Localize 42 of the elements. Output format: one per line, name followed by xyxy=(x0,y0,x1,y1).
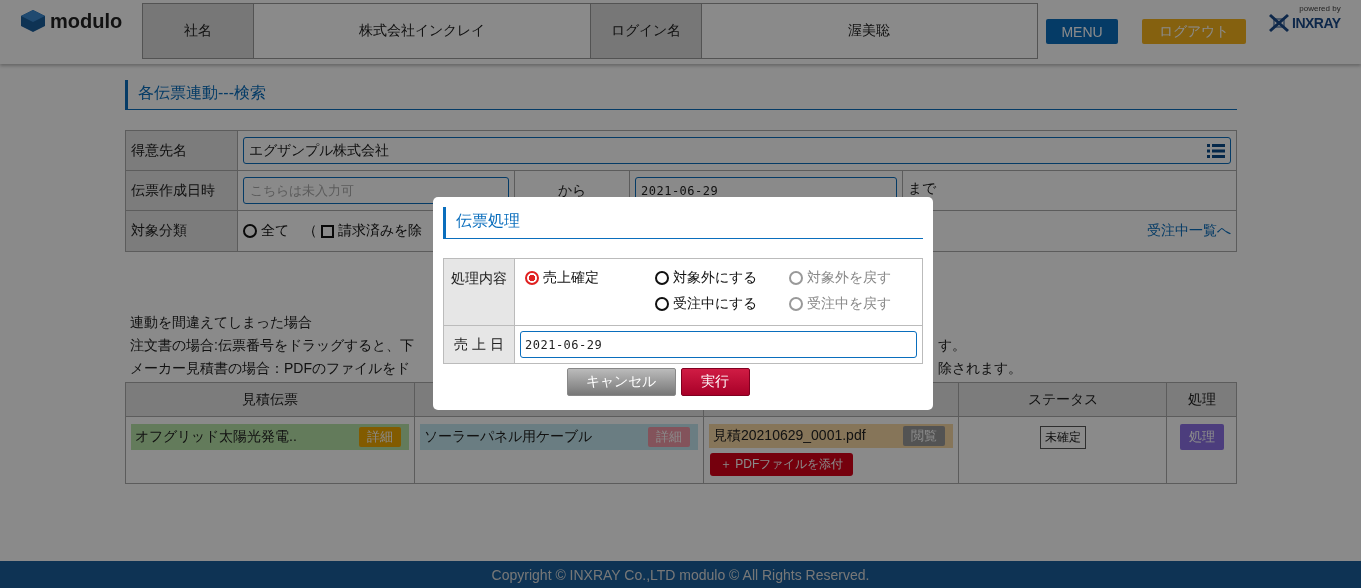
exclude-checkbox[interactable]: （ 請求済みを除 xyxy=(303,222,422,240)
field-label: 得意先名 xyxy=(126,131,238,170)
process-button[interactable]: 処理 xyxy=(1179,424,1224,450)
option-radio[interactable]: 売上確定 xyxy=(525,269,645,287)
brand-mark-icon xyxy=(1268,13,1290,33)
field-label: 売 上 日 xyxy=(444,325,515,363)
option-radio[interactable]: 対象外にする xyxy=(655,269,779,287)
field-label: 対象分類 xyxy=(126,211,238,251)
column-header: 見積伝票 xyxy=(126,383,415,417)
logo-text: modulo xyxy=(50,9,123,33)
sales-date-field[interactable]: 2021-06-29 xyxy=(520,331,917,358)
brand-name: INXRAY xyxy=(1292,15,1341,31)
note-text: 除されます。 xyxy=(938,360,1022,378)
cube-logo-icon xyxy=(20,9,46,33)
option-radio[interactable]: 受注中にする xyxy=(655,294,779,313)
slip-tag: オフグリッド太陽光発電.. 詳細 xyxy=(131,424,409,450)
note-text: す。 xyxy=(938,337,966,355)
order-list-link[interactable]: 受注中一覧へ xyxy=(1147,222,1231,240)
header-label: 社名 xyxy=(143,4,254,58)
list-icon xyxy=(1207,143,1225,158)
header-label: ログイン名 xyxy=(590,4,702,58)
option-radio: 受注中を戻す xyxy=(788,294,912,313)
note-text: 連動を間違えてしまった場合 xyxy=(130,314,312,332)
range-label: まで xyxy=(908,180,936,198)
copyright-text: Copyright © INXRAY Co.,LTD modulo © All Rights Reserved. xyxy=(0,561,1361,588)
note-text: 注文書の場合:伝票番号をドラッグすると、下 xyxy=(130,337,414,355)
dialog-title: 伝票処理 xyxy=(443,207,923,239)
all-radio[interactable]: 全て xyxy=(243,222,289,240)
status-badge: 未確定 xyxy=(1039,426,1086,449)
powered-by-text: powered by xyxy=(1299,4,1341,13)
note-text: メーカー見積書の場合：PDFのファイルをド xyxy=(130,360,410,378)
column-header: 処理 xyxy=(1167,383,1236,417)
page-title: 各伝票連動---検索 xyxy=(125,80,1237,110)
menu-button[interactable]: MENU xyxy=(1046,19,1118,44)
attach-pdf-button[interactable]: ＋ PDFファイルを添付 xyxy=(710,452,854,476)
cancel-button[interactable]: キャンセル xyxy=(566,368,676,396)
column-header: ステータス xyxy=(959,383,1167,417)
option-radio: 対象外を戻す xyxy=(788,269,912,287)
field-label: 伝票作成日時 xyxy=(126,171,238,210)
field-label: 処理内容 xyxy=(444,259,515,325)
execute-button[interactable]: 実行 xyxy=(680,368,750,396)
customer-field[interactable]: エグザンプル株式会社 xyxy=(243,137,1231,164)
